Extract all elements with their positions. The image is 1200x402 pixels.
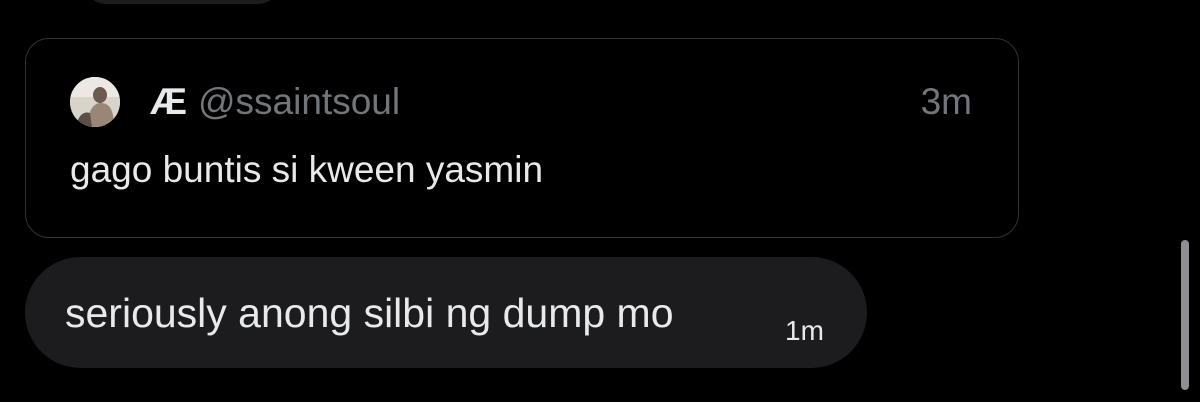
quoted-tweet-card[interactable]: Æ @ssaintsoul 3m gago buntis si kween ya… <box>25 38 1019 238</box>
user-avatar-icon <box>70 77 120 127</box>
message-bubble[interactable]: seriously anong silbi ng dump mo 1m <box>25 257 867 368</box>
scrollbar[interactable] <box>1181 240 1189 390</box>
avatar[interactable] <box>70 77 120 127</box>
previous-message-bubble[interactable] <box>84 0 280 4</box>
dm-conversation: Æ @ssaintsoul 3m gago buntis si kween ya… <box>0 0 1200 402</box>
quoted-tweet-timestamp: 3m <box>920 81 972 122</box>
message-text: seriously anong silbi ng dump mo <box>65 290 674 336</box>
quoted-tweet-header: Æ @ssaintsoul 3m <box>70 77 972 127</box>
quoted-author-handle[interactable]: @ssaintsoul <box>198 81 400 123</box>
quoted-author-name[interactable]: Æ <box>150 81 187 123</box>
message-timestamp: 1m <box>785 315 824 346</box>
quoted-tweet-text: gago buntis si kween yasmin <box>70 149 544 190</box>
